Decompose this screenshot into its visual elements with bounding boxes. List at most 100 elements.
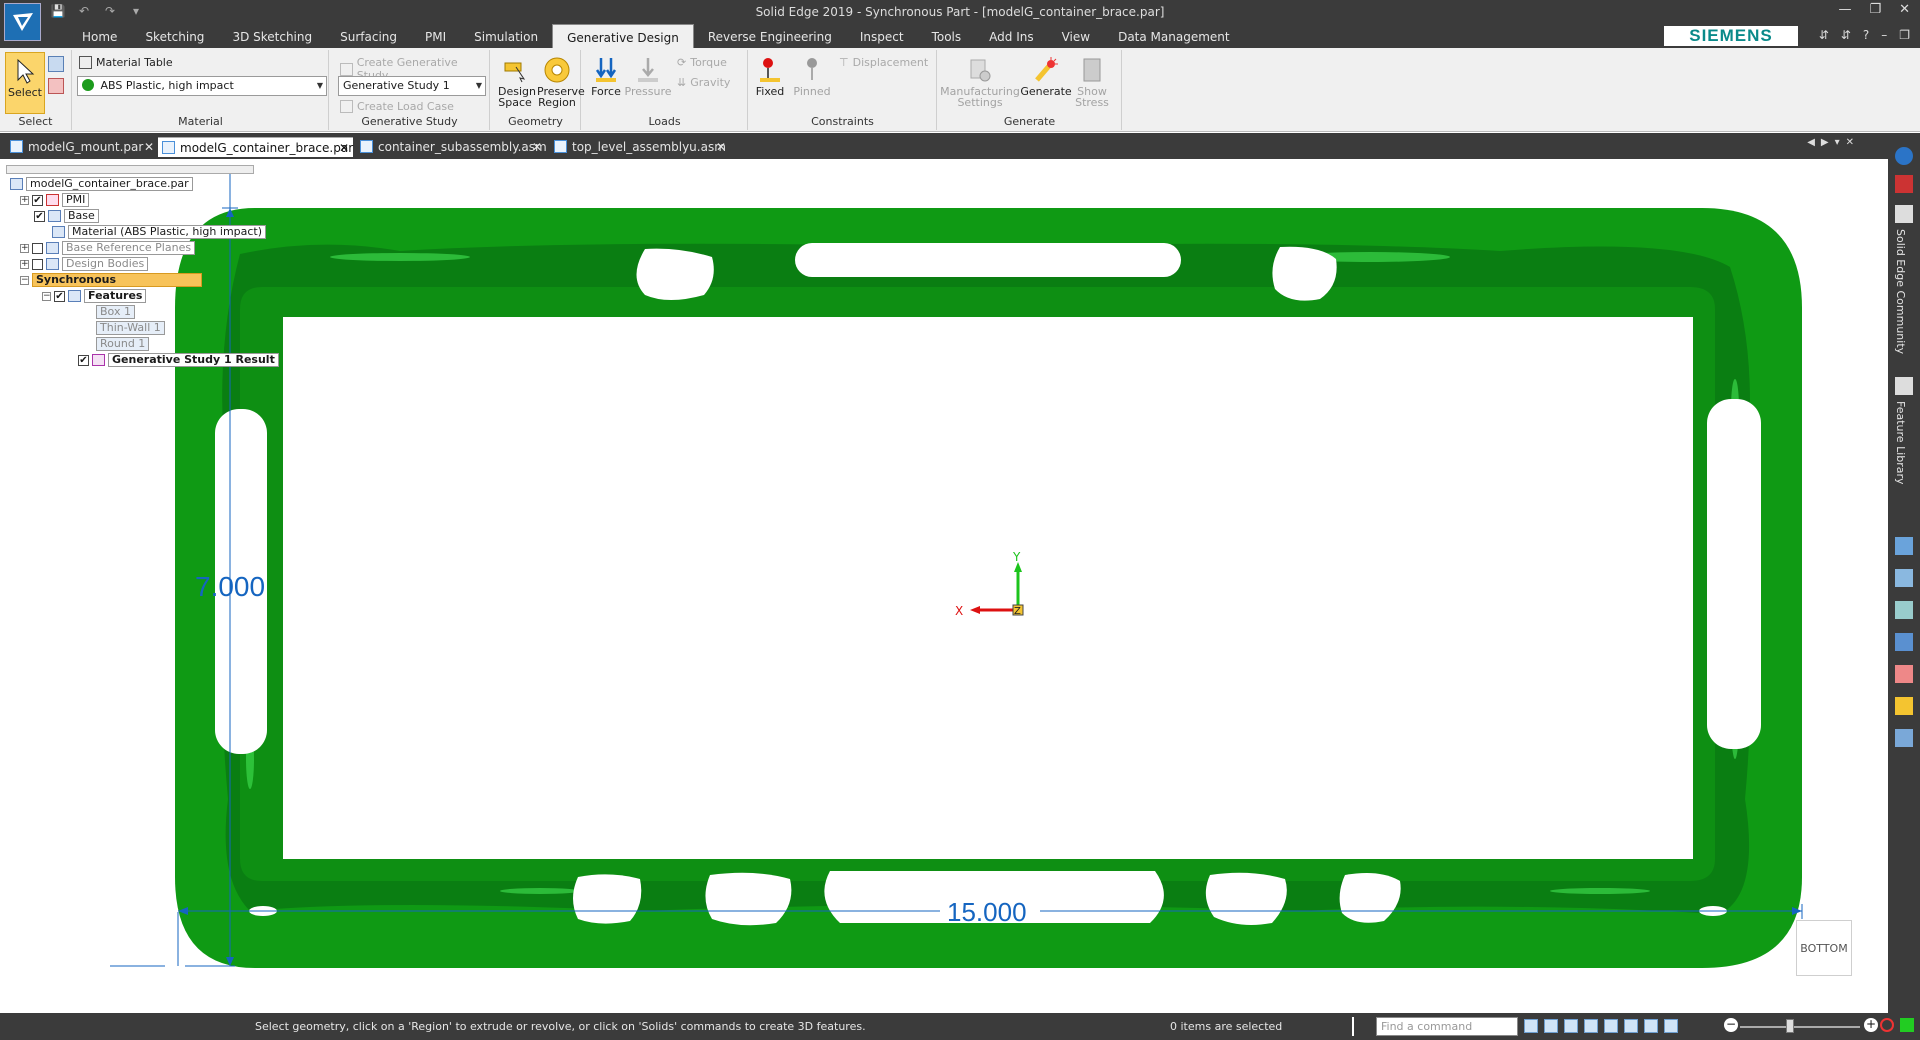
tab-inspect[interactable]: Inspect <box>846 24 918 48</box>
expand-icon[interactable]: + <box>20 195 29 205</box>
pmi-panel-icon[interactable] <box>1895 601 1913 619</box>
go-icon[interactable] <box>1524 1019 1538 1033</box>
close-icon[interactable]: ✕ <box>339 138 349 158</box>
generate-button[interactable]: Generate <box>1020 56 1072 97</box>
doc-minimize-button[interactable]: – <box>1881 28 1887 42</box>
tab-add-ins[interactable]: Add Ins <box>975 24 1047 48</box>
shading-icon[interactable] <box>1664 1019 1678 1033</box>
zoom-area-icon[interactable] <box>1544 1019 1558 1033</box>
find-command-input[interactable]: Find a command <box>1376 1017 1518 1036</box>
zoom-in-button[interactable]: + <box>1864 1018 1878 1032</box>
tools-icon[interactable] <box>1895 697 1913 715</box>
show-stress-button[interactable]: Show Stress <box>1072 56 1112 108</box>
sketch-view-icon[interactable] <box>1644 1019 1658 1033</box>
visibility-checkbox[interactable]: ✔ <box>34 210 45 222</box>
pan-icon[interactable] <box>1604 1019 1618 1033</box>
view-panel-icon[interactable] <box>1895 633 1913 651</box>
tree-pmi[interactable]: + ✔ PMI <box>20 193 90 207</box>
expand-icon[interactable]: + <box>20 259 29 269</box>
help-circle-icon[interactable] <box>1895 147 1913 165</box>
tree-features[interactable]: − ✔ Features <box>42 289 147 303</box>
force-button[interactable]: Force <box>590 56 622 97</box>
tab-data-management[interactable]: Data Management <box>1104 24 1244 48</box>
tree-generative-result[interactable]: ✔ Generative Study 1 Result <box>78 353 279 367</box>
feature-library-icon[interactable] <box>1895 377 1913 395</box>
visibility-checkbox[interactable] <box>32 242 43 254</box>
layout-icon[interactable]: ⇵ <box>1819 28 1829 42</box>
visibility-checkbox[interactable]: ✔ <box>78 354 89 366</box>
doc-tab-mount[interactable]: modelG_mount.par ✕ <box>6 137 158 157</box>
feature-library-tab[interactable]: Feature Library <box>1894 401 1907 485</box>
tab-scroll-arrows[interactable]: ◀▶▾✕ <box>1807 137 1860 148</box>
tree-reference-planes[interactable]: + Base Reference Planes <box>20 241 196 255</box>
select-filter-icon[interactable] <box>48 56 64 74</box>
select-button[interactable]: Select <box>5 52 45 114</box>
material-table-button[interactable]: Material Table <box>79 56 173 69</box>
width-dimension[interactable]: 15.000 <box>947 897 1027 927</box>
application-button[interactable] <box>4 3 41 41</box>
tree-box[interactable]: Box 1 <box>96 305 135 319</box>
collapse-icon[interactable]: − <box>42 291 51 301</box>
doc-tab-container-brace[interactable]: modelG_container_brace.par ✕ <box>158 137 353 157</box>
minimize-button[interactable]: — <box>1838 2 1851 17</box>
options-icon[interactable]: ⇵ <box>1841 28 1851 42</box>
properties-icon[interactable] <box>1895 569 1913 587</box>
help-icon[interactable]: ? <box>1863 28 1869 42</box>
tree-thin-wall[interactable]: Thin-Wall 1 <box>96 321 165 335</box>
tree-base[interactable]: ✔ Base <box>34 209 99 223</box>
youtube-icon[interactable] <box>1895 175 1913 193</box>
tab-view[interactable]: View <box>1048 24 1104 48</box>
tree-root[interactable]: modelG_container_brace.par <box>10 177 193 191</box>
tab-generative-design[interactable]: Generative Design <box>552 24 694 48</box>
tab-tools[interactable]: Tools <box>918 24 976 48</box>
expand-icon[interactable]: + <box>20 243 29 253</box>
layers-icon[interactable] <box>1895 537 1913 555</box>
select-mode-icon[interactable] <box>48 78 64 96</box>
zoom-slider-thumb[interactable] <box>1786 1019 1794 1033</box>
library-icon[interactable] <box>1895 729 1913 747</box>
community-icon[interactable] <box>1895 205 1913 223</box>
pinned-button[interactable]: Pinned <box>793 56 831 97</box>
pressure-button[interactable]: Pressure <box>625 56 672 97</box>
zoom-icon[interactable] <box>1564 1019 1578 1033</box>
manufacturing-settings-button[interactable]: Manufacturing Settings <box>940 56 1020 108</box>
stop-icon[interactable] <box>1880 1018 1894 1032</box>
tab-pmi[interactable]: PMI <box>411 24 460 48</box>
community-tab[interactable]: Solid Edge Community <box>1894 229 1907 354</box>
visibility-checkbox[interactable]: ✔ <box>32 194 43 206</box>
torque-button[interactable]: ⟳ Torque <box>677 56 727 69</box>
close-icon[interactable]: ✕ <box>532 137 542 157</box>
preserve-region-button[interactable]: Preserve Region <box>537 56 585 108</box>
visibility-checkbox[interactable] <box>32 258 43 270</box>
close-window-button[interactable]: ✕ <box>1899 2 1910 17</box>
zoom-slider-track[interactable] <box>1740 1026 1860 1028</box>
tab-simulation[interactable]: Simulation <box>460 24 552 48</box>
study-combo[interactable]: Generative Study 1 ▼ <box>338 76 486 96</box>
tree-design-bodies[interactable]: + Design Bodies <box>20 257 149 271</box>
tree-synchronous[interactable]: − Synchronous <box>20 273 202 287</box>
fit-icon[interactable] <box>1584 1019 1598 1033</box>
displacement-button[interactable]: ⊤ Displacement <box>839 56 928 69</box>
gravity-button[interactable]: ⇊ Gravity <box>677 76 730 89</box>
upload-icon[interactable] <box>1900 1018 1914 1032</box>
tree-scrollbar[interactable] <box>6 165 254 174</box>
tab-3d-sketching[interactable]: 3D Sketching <box>218 24 326 48</box>
tab-surfacing[interactable]: Surfacing <box>326 24 411 48</box>
material-combo[interactable]: ABS Plastic, high impact ▼ <box>77 76 327 96</box>
tab-reverse-engineering[interactable]: Reverse Engineering <box>694 24 846 48</box>
doc-tab-top-level-assembly[interactable]: top_level_assemblyu.asm ✕ <box>550 137 730 157</box>
close-icon[interactable]: ✕ <box>716 137 726 157</box>
zoom-out-button[interactable]: − <box>1724 1018 1738 1032</box>
tree-material[interactable]: Material (ABS Plastic, high impact) <box>52 225 267 239</box>
graphics-window[interactable]: 7.000 15.000 Y X Z <box>0 159 1888 1013</box>
doc-tab-container-subassembly[interactable]: container_subassembly.asm ✕ <box>356 137 547 157</box>
fixed-button[interactable]: Fixed <box>753 56 787 97</box>
rotate-icon[interactable] <box>1624 1019 1638 1033</box>
doc-restore-button[interactable]: ❐ <box>1899 28 1910 42</box>
restore-button[interactable]: ❐ <box>1869 2 1881 17</box>
tab-home[interactable]: Home <box>68 24 131 48</box>
design-space-button[interactable]: Design Space <box>497 56 536 108</box>
create-load-case-button[interactable]: Create Load Case <box>340 100 454 113</box>
tab-sketching[interactable]: Sketching <box>131 24 218 48</box>
tree-round[interactable]: Round 1 <box>96 337 150 351</box>
